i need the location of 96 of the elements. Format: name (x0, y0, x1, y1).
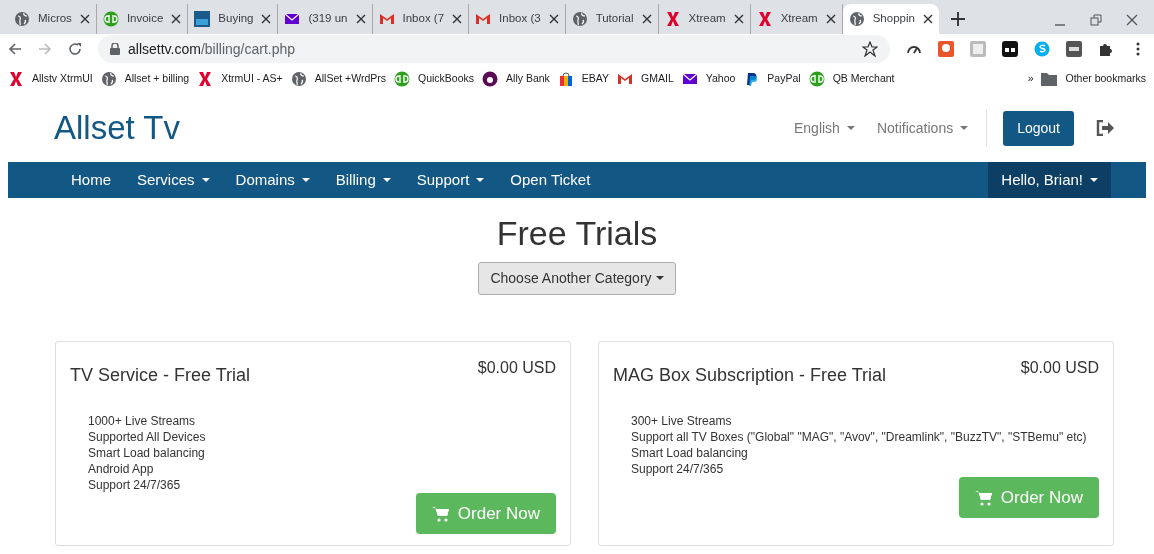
browser-tab[interactable]: Inbox (7 (372, 4, 470, 34)
feature-text: Smart Load balancing (88, 444, 206, 461)
restore-icon[interactable] (1090, 14, 1102, 26)
envelope-m-icon (617, 71, 634, 87)
address-bar[interactable]: allsettv.com/billing/cart.php (98, 35, 890, 63)
url-text: allsettv.com/billing/cart.php (128, 39, 297, 59)
close-icon[interactable] (548, 14, 559, 24)
close-icon[interactable] (355, 14, 366, 24)
browser-tab[interactable]: Micros (8, 4, 97, 34)
bookmark[interactable]: QuickBooks (394, 64, 475, 94)
nav-menu-item[interactable]: Open Ticket (497, 162, 604, 198)
back-icon[interactable] (8, 42, 22, 56)
close-icon[interactable] (171, 14, 182, 24)
extension-icon[interactable] (938, 41, 954, 57)
star-icon[interactable] (862, 41, 878, 57)
product-name: TV Service - Free Trial (70, 363, 251, 387)
browser-tab[interactable]: Xtream (658, 4, 751, 34)
envelope-m-icon (378, 11, 395, 27)
browser-tab[interactable]: Buying (188, 4, 279, 34)
site-logo[interactable]: Allset Tv (54, 103, 180, 153)
glasses-icon[interactable] (1002, 41, 1018, 57)
user-menu[interactable]: Hello, Brian! (988, 162, 1111, 198)
nav-menu-item[interactable]: Home (58, 162, 124, 198)
envelope-icon (681, 71, 698, 87)
feature-text: Smart Load balancing (631, 444, 749, 461)
browser-tab[interactable]: (319 un (278, 4, 373, 34)
browser-tab[interactable]: Tutorial (565, 4, 659, 34)
quickbooks-logo-icon (808, 71, 825, 87)
nav-menu-item[interactable]: Support (403, 162, 498, 198)
globe-icon (848, 11, 865, 27)
feature-text: Support all TV Boxes ("Global" "MAG", "Avov", "Dreamlink", "BuzzTV", "STBemu" etc) (631, 428, 1088, 445)
page-title: Free Trials (496, 213, 658, 254)
close-icon[interactable] (79, 14, 90, 24)
bookmark[interactable]: QB Merchant (808, 64, 895, 94)
bookmark[interactable]: Allset + billing (100, 64, 190, 94)
bookmark-folder[interactable]: Other bookmarks (1041, 64, 1146, 94)
feature-text: 1000+ Live Streams (88, 412, 197, 429)
bookmark[interactable]: XtrmUI - AS+ (197, 64, 283, 94)
cart-icon (974, 489, 993, 506)
bookmark[interactable]: Yahoo (681, 64, 736, 94)
product-price: $0.00 USD (477, 357, 556, 378)
close-icon[interactable] (261, 14, 272, 24)
x-mark-icon (8, 71, 24, 87)
feature-text: Supported All Devices (88, 428, 207, 445)
bookmark[interactable]: Allstv XtrmUI (8, 64, 93, 94)
browser-tab[interactable]: Invoice (96, 4, 189, 34)
category-dropdown-button[interactable]: Choose Another Category (478, 261, 676, 295)
close-icon[interactable] (922, 14, 933, 24)
close-icon[interactable] (825, 14, 836, 24)
bookmark[interactable]: GMAIL (617, 64, 674, 94)
ally-logo-icon (482, 71, 499, 87)
globe-icon (571, 11, 588, 27)
x-mark-icon (664, 11, 681, 27)
bookmark[interactable]: AllSet +WrdPrs (290, 64, 387, 94)
notifications-dropdown[interactable]: Notifications (876, 110, 988, 146)
reload-icon[interactable] (68, 42, 82, 56)
close-icon[interactable] (452, 14, 463, 24)
close-icon[interactable] (641, 14, 652, 24)
envelope-icon (284, 11, 301, 27)
nav-menu-item[interactable]: Domains (222, 162, 323, 198)
globe-icon (290, 71, 307, 87)
feature-text: 300+ Live Streams (631, 412, 733, 429)
language-dropdown[interactable]: English (794, 117, 855, 139)
bookmark[interactable]: PayPal (743, 64, 801, 94)
toggle-off-icon[interactable] (1066, 41, 1082, 57)
folder-icon (1041, 72, 1058, 86)
feature-text: Support 24/7/365 (88, 476, 182, 493)
product-name: MAG Box Subscription - Free Trial (613, 363, 887, 387)
bookmark[interactable]: Ally Bank (482, 64, 550, 94)
puzzle-icon[interactable] (1098, 41, 1114, 57)
bookmark[interactable]: EBAY (557, 64, 610, 94)
x-mark-icon (197, 71, 214, 87)
globe-icon (14, 11, 30, 27)
quickbooks-logo-icon (102, 11, 119, 27)
close-icon[interactable] (1126, 14, 1138, 26)
new-tab-icon[interactable] (950, 12, 965, 26)
shopping-bag-icon (557, 71, 574, 87)
square-logo-icon (194, 11, 211, 27)
close-icon[interactable] (733, 14, 744, 24)
x-mark-icon (756, 11, 773, 27)
browser-tab[interactable]: Inbox (3 (469, 4, 566, 34)
logout-button[interactable]: Logout (1003, 110, 1074, 146)
nav-menu-item[interactable]: Billing (322, 162, 404, 198)
more-bookmarks-button[interactable]: » (1027, 64, 1034, 94)
browser-tab[interactable]: Shoppin (842, 4, 939, 34)
browser-tab[interactable]: Xtream (750, 4, 843, 34)
globe-icon (100, 71, 117, 87)
cart-icon (431, 505, 450, 522)
feature-text: Android App (88, 460, 155, 477)
envelope-m-icon (475, 11, 492, 27)
product-price: $0.00 USD (1020, 357, 1099, 378)
lock-icon (110, 43, 120, 55)
logout-icon[interactable] (1096, 120, 1114, 136)
feature-text: Support 24/7/365 (631, 460, 725, 477)
quickbooks-logo-icon (394, 71, 411, 87)
nav-menu-item[interactable]: Services (124, 162, 223, 198)
